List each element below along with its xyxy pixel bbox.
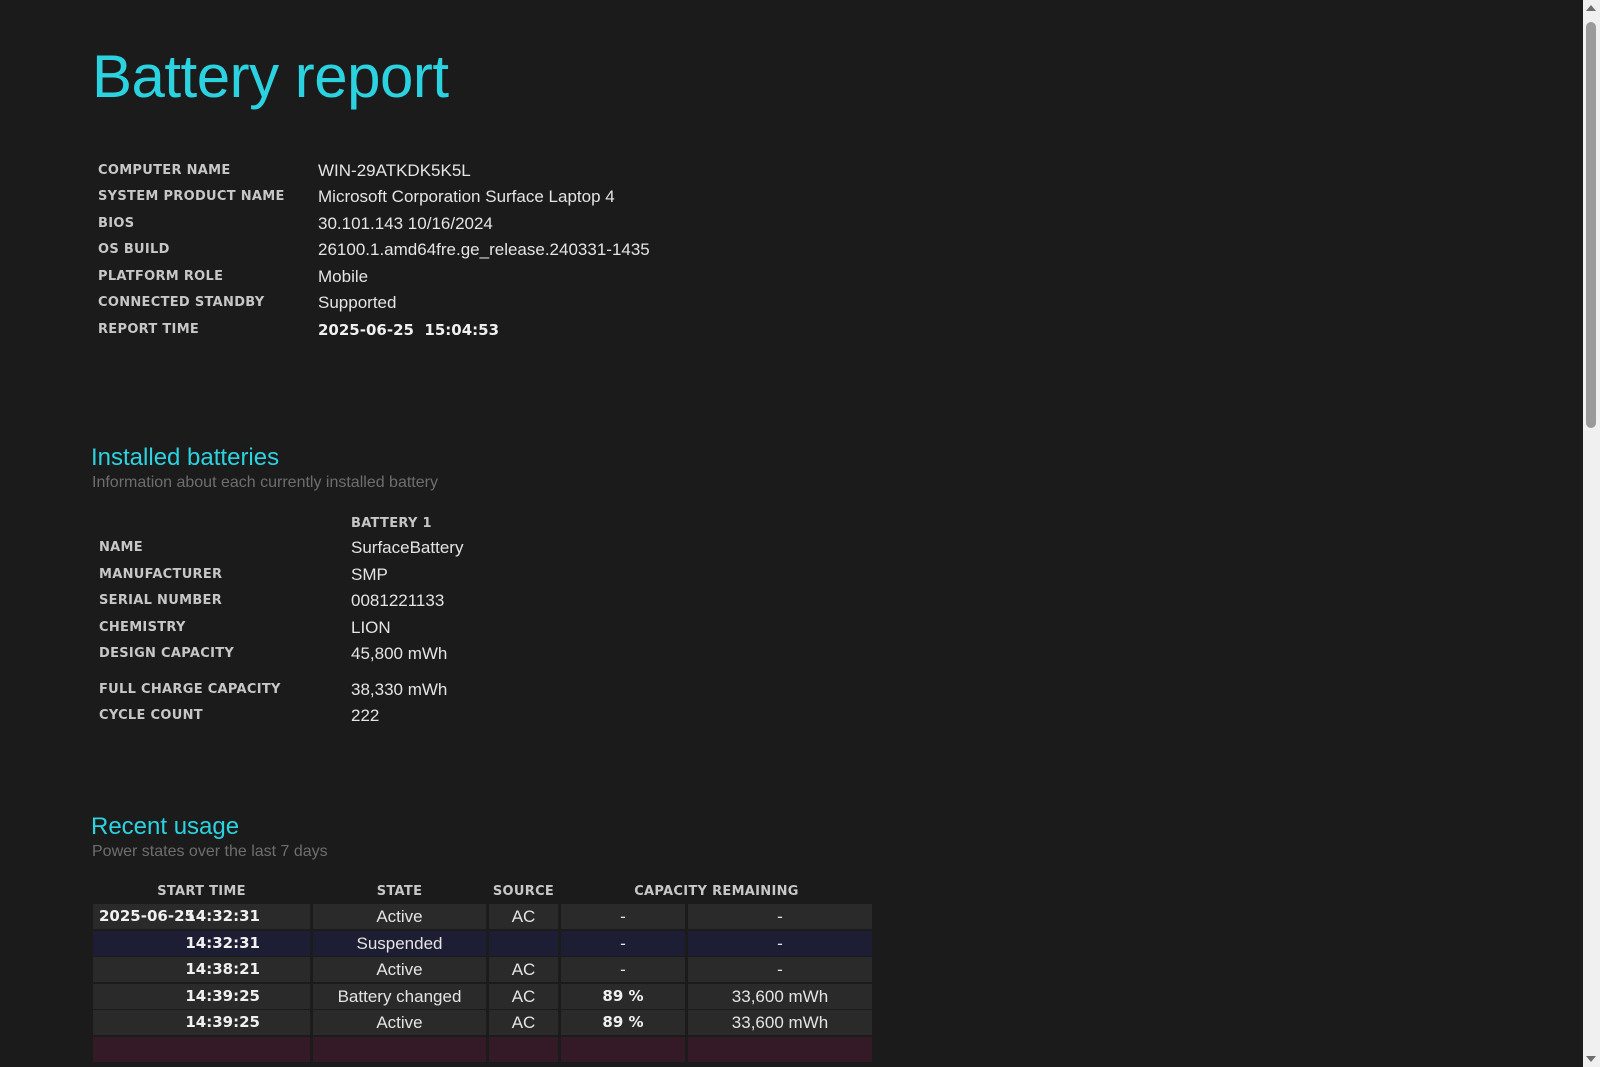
cell-capacity-mwh: [688, 1037, 872, 1062]
battery-row-cycle-count: CYCLE COUNT 222: [99, 703, 799, 729]
col-header-capacity-remaining: CAPACITY REMAINING: [634, 884, 799, 899]
cell-state: Active: [313, 904, 486, 929]
cell-start-time: 14:39:25: [93, 984, 310, 1009]
info-label: CONNECTED STANDBY: [98, 295, 265, 310]
scroll-up-arrow-icon[interactable]: [1586, 5, 1596, 11]
battery-label: CHEMISTRY: [99, 620, 186, 635]
battery-value: SurfaceBattery: [351, 538, 464, 557]
battery-value: 45,800 mWh: [351, 644, 448, 663]
cell-time: 14:32:31: [185, 907, 260, 925]
battery-label: MANUFACTURER: [99, 567, 223, 582]
info-label: COMPUTER NAME: [98, 163, 231, 178]
cell-source: AC: [489, 904, 558, 929]
page-title: Battery report: [92, 43, 449, 110]
table-row-partial: [93, 1037, 872, 1062]
battery-label: SERIAL NUMBER: [99, 593, 223, 608]
battery-row-design-capacity: DESIGN CAPACITY 45,800 mWh: [99, 641, 799, 667]
battery-row-serial-number: SERIAL NUMBER 0081221133: [99, 588, 799, 614]
info-value: Supported: [318, 293, 397, 312]
battery-row-full-charge-capacity: FULL CHARGE CAPACITY 38,330 mWh: [99, 677, 799, 703]
battery-value: SMP: [351, 565, 388, 584]
info-label: SYSTEM PRODUCT NAME: [98, 189, 285, 204]
info-row-report-time: REPORT TIME 2025-06-25 15:04:53: [98, 317, 798, 343]
battery-label: FULL CHARGE CAPACITY: [99, 682, 281, 697]
cell-capacity-percent: -: [561, 931, 685, 956]
col-header-state: STATE: [376, 884, 423, 899]
cell-state: Battery changed: [313, 984, 486, 1009]
table-row: 14:38:21 Active AC - -: [93, 957, 872, 982]
cell-capacity-mwh: -: [688, 931, 872, 956]
cell-capacity-mwh: -: [688, 957, 872, 982]
vertical-scrollbar[interactable]: [1583, 0, 1600, 1067]
cell-start-time: [93, 1037, 310, 1062]
cell-time: 14:32:31: [185, 934, 260, 952]
cell-capacity-mwh: 33,600 mWh: [688, 984, 872, 1009]
info-row-os-build: OS BUILD 26100.1.amd64fre.ge_release.240…: [98, 237, 798, 263]
info-label: REPORT TIME: [98, 322, 200, 337]
cell-source: [489, 931, 558, 956]
recent-usage-heading: Recent usage: [91, 813, 240, 840]
info-row-computer-name: COMPUTER NAME WIN-29ATKDK5K5L: [98, 158, 798, 184]
info-label: OS BUILD: [98, 242, 170, 257]
cell-capacity-percent: -: [561, 957, 685, 982]
table-row: 14:39:25 Battery changed AC 89 % 33,600 …: [93, 984, 872, 1009]
info-row-system-product-name: SYSTEM PRODUCT NAME Microsoft Corporatio…: [98, 184, 798, 210]
info-value: 30.101.143 10/16/2024: [318, 214, 493, 233]
battery-label: CYCLE COUNT: [99, 708, 203, 723]
table-row: 14:32:31 Suspended - -: [93, 931, 872, 956]
recent-usage-subtitle: Power states over the last 7 days: [92, 843, 328, 860]
info-label: PLATFORM ROLE: [98, 269, 224, 284]
col-header-source: SOURCE: [492, 884, 555, 899]
cell-capacity-percent: 89 %: [561, 1010, 685, 1035]
battery-label: DESIGN CAPACITY: [99, 646, 235, 661]
cell-state: Active: [313, 1010, 486, 1035]
battery-value: 222: [351, 706, 380, 725]
battery-value: 0081221133: [351, 591, 445, 610]
cell-source: AC: [489, 984, 558, 1009]
cell-state: Suspended: [313, 931, 486, 956]
cell-capacity-percent: [561, 1037, 685, 1062]
battery-value: LION: [351, 618, 391, 637]
info-label: BIOS: [98, 216, 135, 231]
battery-column-header: BATTERY 1: [351, 516, 432, 531]
installed-batteries-subtitle: Information about each currently install…: [92, 474, 438, 491]
cell-time: 14:38:21: [185, 960, 260, 978]
info-value: 2025-06-25 15:04:53: [318, 321, 500, 339]
battery-row-chemistry: CHEMISTRY LION: [99, 615, 799, 641]
scroll-down-arrow-icon[interactable]: [1586, 1056, 1596, 1062]
info-value: WIN-29ATKDK5K5L: [318, 161, 471, 180]
info-row-platform-role: PLATFORM ROLE Mobile: [98, 264, 798, 290]
table-row: 14:39:25 Active AC 89 % 33,600 mWh: [93, 1010, 872, 1035]
cell-start-time: 14:32:31: [93, 931, 310, 956]
cell-date: 2025-06-25: [99, 907, 195, 925]
info-value: Mobile: [318, 267, 369, 286]
table-row: 2025-06-25 14:32:31 Active AC - -: [93, 904, 872, 929]
cell-source: [489, 1037, 558, 1062]
cell-state: [313, 1037, 486, 1062]
info-row-bios: BIOS 30.101.143 10/16/2024: [98, 211, 798, 237]
cell-state: Active: [313, 957, 486, 982]
battery-row-manufacturer: MANUFACTURER SMP: [99, 562, 799, 588]
cell-time: 14:39:25: [185, 1013, 260, 1031]
battery-label: NAME: [99, 540, 143, 555]
cell-start-time: 14:38:21: [93, 957, 310, 982]
cell-capacity-percent: -: [561, 904, 685, 929]
installed-batteries-heading: Installed batteries: [91, 444, 280, 471]
cell-capacity-mwh: 33,600 mWh: [688, 1010, 872, 1035]
cell-capacity-percent: 89 %: [561, 984, 685, 1009]
info-value: 26100.1.amd64fre.ge_release.240331-1435: [318, 240, 650, 259]
cell-source: AC: [489, 1010, 558, 1035]
cell-start-time: 2025-06-25 14:32:31: [93, 904, 310, 929]
col-header-start-time: START TIME: [157, 884, 246, 899]
battery-report-page: Battery report COMPUTER NAME WIN-29ATKDK…: [0, 0, 1583, 1067]
info-value: Microsoft Corporation Surface Laptop 4: [318, 187, 615, 206]
info-row-connected-standby: CONNECTED STANDBY Supported: [98, 290, 798, 316]
battery-row-name: NAME SurfaceBattery: [99, 535, 799, 561]
cell-start-time: 14:39:25: [93, 1010, 310, 1035]
cell-capacity-mwh: -: [688, 904, 872, 929]
cell-source: AC: [489, 957, 558, 982]
scrollbar-thumb[interactable]: [1586, 22, 1596, 428]
battery-value: 38,330 mWh: [351, 680, 448, 699]
cell-time: 14:39:25: [185, 987, 260, 1005]
